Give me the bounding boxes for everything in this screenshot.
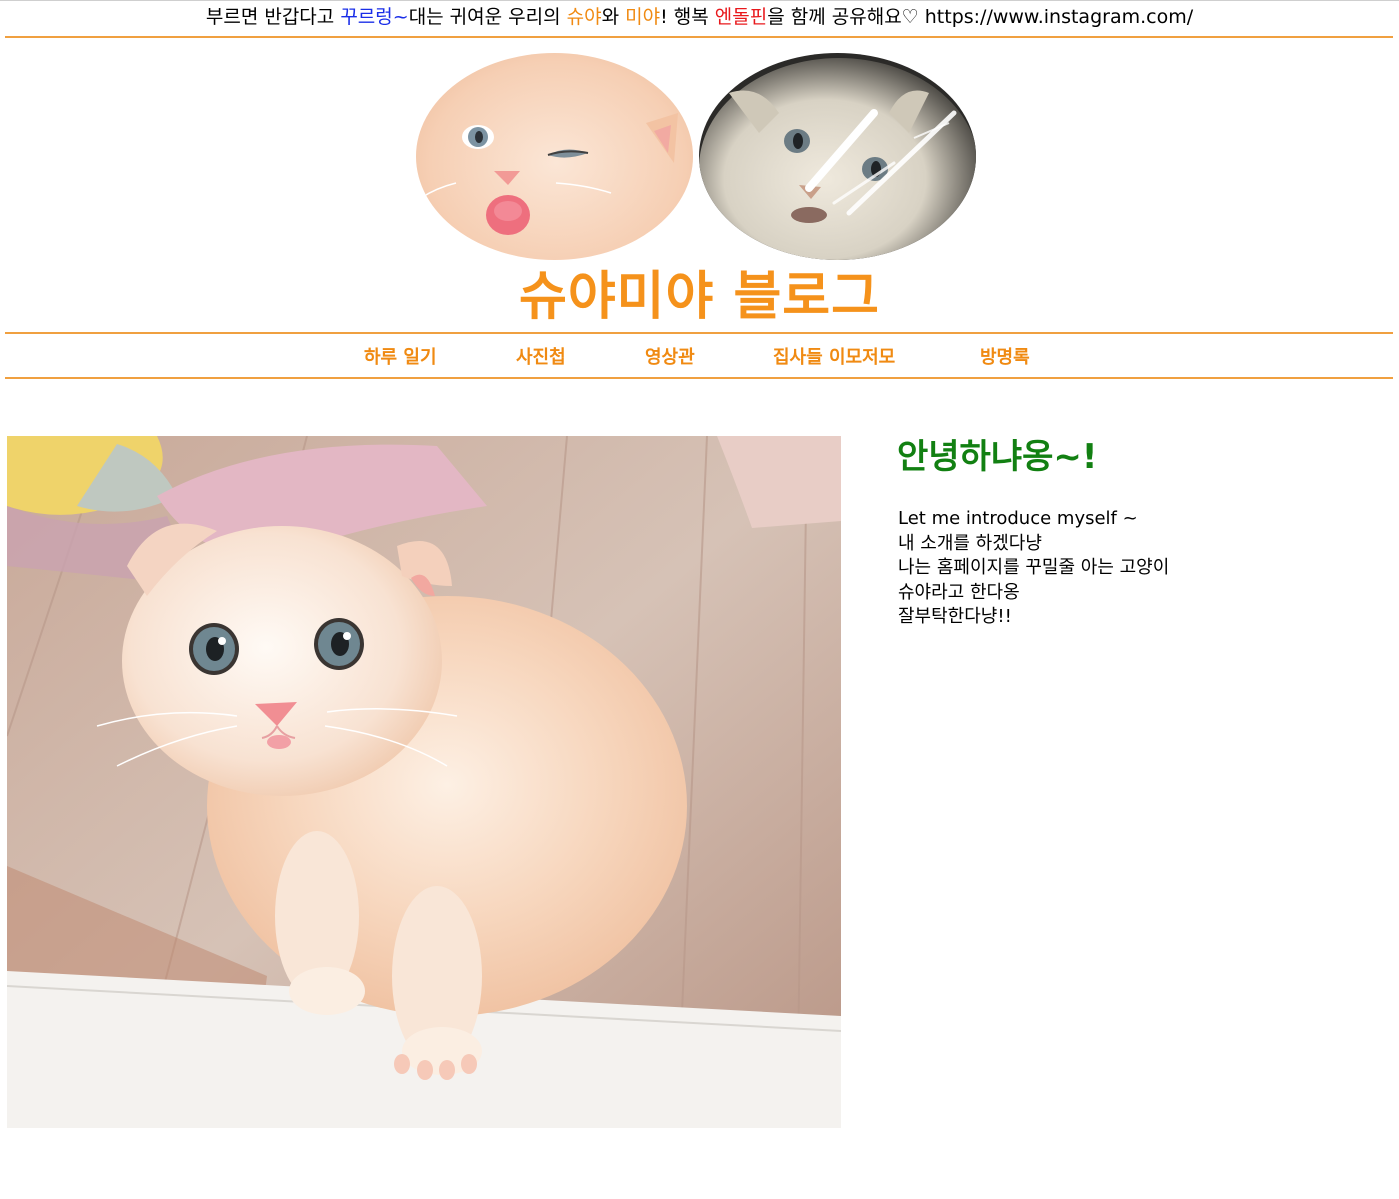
cat-shuya-avatar	[416, 53, 693, 260]
main-nav: 하루 일기 사진첩 영상관 집사들 이모저모 방명록	[0, 334, 1399, 376]
intro-line: Let me introduce myself ~	[898, 508, 1138, 529]
divider-top	[5, 36, 1393, 38]
kitten-photo-image	[7, 436, 841, 1128]
banner-segment: 와	[601, 6, 626, 28]
cat-miya-avatar	[699, 53, 976, 260]
nav-item-butlers[interactable]: 집사들 이모저모	[773, 343, 895, 369]
banner-segment: ! 행복	[660, 6, 715, 28]
cat-shuya-image	[416, 53, 693, 260]
intro-line: 슈야라고 한다옹	[898, 581, 1020, 603]
nav-item-videos[interactable]: 영상관	[645, 343, 695, 369]
intro-text: Let me introduce myself ~ 내 소개를 하겠다냥 나는 …	[898, 507, 1169, 630]
banner-segment-highlight: 슈야	[566, 6, 602, 28]
banner-marquee: 부르면 반갑다고 꾸르렁~대는 귀여운 우리의 슈야와 미야! 행복 엔돌핀을 …	[0, 4, 1399, 30]
banner-segment-highlight: 꾸르렁~	[340, 6, 409, 28]
banner-segment: 대는 귀여운 우리의	[408, 6, 567, 28]
nav-item-guestbook[interactable]: 방명록	[980, 343, 1030, 369]
nav-item-diary[interactable]: 하루 일기	[364, 343, 437, 369]
greeting-heading: 안녕하냐옹~!	[897, 437, 1098, 477]
banner-segment: 부르면 반갑다고	[205, 6, 341, 28]
nav-item-photos[interactable]: 사진첩	[516, 343, 566, 369]
page: 부르면 반갑다고 꾸르렁~대는 귀여운 우리의 슈야와 미야! 행복 엔돌핀을 …	[0, 0, 1399, 1199]
cat-miya-image	[699, 53, 976, 260]
blog-title: 슈야미야 블로그	[519, 267, 880, 327]
intro-line: 내 소개를 하겠다냥	[898, 532, 1042, 554]
banner-segment-highlight: 미야	[625, 6, 661, 28]
intro-line: 나는 홈페이지를 꾸밀줄 아는 고양이	[898, 557, 1170, 579]
divider-nav-bottom	[5, 377, 1393, 379]
intro-line: 잘부탁한다냥!!	[898, 606, 1012, 628]
banner-segment: 을 함께 공유해요♡ https://www.instagram.com/	[767, 6, 1194, 28]
kitten-photo	[7, 436, 841, 1128]
banner-segment-highlight: 엔돌핀	[714, 6, 768, 28]
